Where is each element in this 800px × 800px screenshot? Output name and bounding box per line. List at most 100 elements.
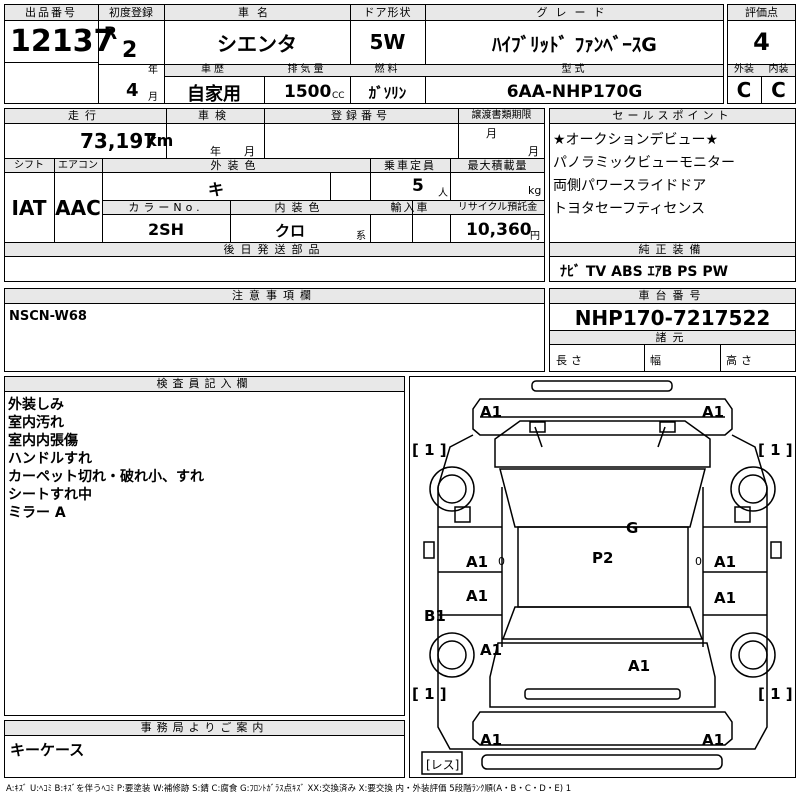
- car-name: シエンタ: [217, 32, 297, 56]
- door-label: ドア形状: [363, 6, 412, 19]
- damage-left-zero: 0: [498, 555, 505, 568]
- spare-status: [レス]: [426, 758, 459, 772]
- length-label: 長さ: [556, 354, 586, 367]
- inspector-note-2: 室内汚れ: [8, 415, 64, 431]
- car-name-label: 車名: [238, 6, 276, 19]
- damage-front-left: A1: [480, 403, 502, 421]
- car-diagram: A1 A1 [ 1 ] [ 1 ] G A1 0 P2 0 A1 A1 A1 B…: [409, 376, 796, 778]
- inspector-note-4: ハンドルすれ: [8, 451, 92, 467]
- model-label: 型式: [561, 64, 588, 75]
- tire-fr-status: [ 1 ]: [758, 441, 793, 459]
- shift-label: シフト: [14, 160, 44, 171]
- notes-text: NSCN-W68: [9, 309, 87, 324]
- inspector-note-7: ミラー A: [8, 505, 66, 521]
- lot-number: 12137: [10, 24, 115, 59]
- displacement: 1500: [284, 82, 332, 102]
- inspector-block: [4, 376, 405, 716]
- aircon-label: エアコン: [58, 160, 98, 171]
- notes-label: 注意事項欄: [232, 289, 317, 302]
- legend: A:ｷｽﾞ U:ﾍｺﾐ B:ｷｽﾞを伴うﾍｺﾐ P:要塗装 W:補修跡 S:錆 …: [6, 784, 572, 794]
- exterior-grade: C: [736, 78, 752, 102]
- int-color-label: 内装色: [274, 201, 326, 214]
- color-no-label: カラーNo.: [128, 201, 204, 214]
- year-unit: 年: [148, 65, 158, 76]
- tire-fl-status: [ 1 ]: [412, 441, 447, 459]
- interior-grade: C: [771, 78, 786, 102]
- transfer-month-unit: 月: [486, 127, 497, 140]
- max-load-label: 最大積載量: [467, 159, 528, 172]
- office-label: 事務局よりご案内: [140, 721, 269, 734]
- history-label: 車歴: [201, 64, 227, 75]
- genuine-label: 純正装備: [638, 243, 707, 256]
- damage-left-rear-door: A1: [466, 587, 488, 605]
- first-reg-label: 初度登録: [109, 6, 153, 19]
- damage-left-side: B1: [424, 607, 446, 625]
- yen-unit: 円: [530, 231, 540, 242]
- fuel-label: 燃料: [374, 64, 401, 75]
- genuine-equipment: ﾅﾋﾞ TV ABS ｴｱB PS PW: [560, 264, 729, 280]
- interior-label: 内装: [768, 64, 789, 75]
- exterior-label: 外装: [734, 64, 754, 75]
- damage-front-right: A1: [702, 403, 724, 421]
- chassis-label: 車台番号: [638, 289, 707, 302]
- inspection-label: 車検: [198, 109, 232, 122]
- car-history: 自家用: [187, 84, 241, 105]
- inspection-year-unit: 年: [210, 145, 221, 158]
- inspector-note-5: カーペット切れ・破れ小、すれ: [8, 469, 204, 485]
- score-value: 4: [753, 28, 770, 56]
- damage-rear-bumper-right: A1: [702, 731, 724, 749]
- aircon-value: AAC: [55, 196, 101, 220]
- score-label: 評価点: [745, 6, 778, 19]
- damage-right-zero: 0: [695, 555, 702, 568]
- inspector-note-1: 外装しみ: [8, 397, 64, 413]
- era: R: [104, 24, 118, 44]
- damage-left-door: A1: [466, 553, 488, 571]
- damage-right-rear-door: A1: [714, 589, 736, 607]
- recycle-value: 10,360: [466, 220, 532, 240]
- reg-no-label: 登録番号: [331, 109, 391, 122]
- height-label: 高さ: [726, 354, 756, 367]
- tire-rr-status: [ 1 ]: [758, 685, 793, 703]
- cc-unit: CC: [332, 91, 345, 101]
- transfer-label: 譲渡書類期限: [471, 110, 532, 121]
- grade-label: グレード: [536, 6, 613, 19]
- grade: ﾊｲﾌﾞﾘｯﾄﾞ ﾌｧﾝﾍﾞｰｽG: [492, 34, 657, 56]
- series-unit: 系: [356, 231, 366, 242]
- lot-no-label: 出品番号: [25, 6, 77, 19]
- sales-point-4: トヨタセーフティセンス: [553, 201, 706, 217]
- month-unit: 月: [148, 92, 158, 103]
- sales-points-label: セールスポイント: [612, 109, 733, 122]
- persons-unit: 人: [438, 188, 448, 199]
- reg-year: 2: [122, 38, 138, 63]
- damage-rear-bumper-left: A1: [480, 731, 502, 749]
- kg-unit: kg: [528, 184, 542, 197]
- sales-point-2: パノラミックビューモニター: [553, 155, 735, 171]
- car-diagram-svg: A1 A1 [ 1 ] [ 1 ] G A1 0 P2 0 A1 A1 A1 B…: [412, 380, 793, 775]
- tire-rl-status: [ 1 ]: [412, 685, 447, 703]
- sales-point-1: ★オークションデビュー★: [553, 132, 719, 148]
- damage-right-door: A1: [714, 553, 736, 571]
- damage-glass: G: [626, 519, 638, 537]
- inspector-note-6: シートすれ中: [8, 487, 92, 503]
- inspector-label: 検査員記入欄: [156, 377, 253, 390]
- int-color-value: クロ: [274, 222, 305, 240]
- transfer-day-unit: 月: [528, 145, 539, 158]
- capacity-label: 乗車定員: [384, 159, 436, 172]
- shift-value: IAT: [11, 196, 47, 220]
- km-unit: km: [146, 131, 174, 150]
- door-type: 5W: [369, 30, 406, 54]
- model-code: 6AA-NHP170G: [506, 82, 643, 102]
- inspector-note-3: 室内内張傷: [8, 433, 78, 449]
- inspection-month-unit: 月: [244, 145, 255, 158]
- capacity-value: 5: [412, 176, 424, 196]
- damage-roof: P2: [592, 549, 613, 567]
- damage-rear-hatch: A1: [628, 657, 650, 675]
- office-text: キーケース: [10, 741, 85, 759]
- ext-color-label: 外装色: [210, 159, 262, 172]
- color-no-value: 2SH: [147, 220, 185, 239]
- specs-label: 諸元: [655, 331, 690, 344]
- displacement-label: 排気量: [287, 64, 327, 75]
- recycle-label: リサイクル預託金: [457, 202, 538, 213]
- damage-rear-left: A1: [480, 641, 502, 659]
- ext-color-value: キ: [207, 180, 224, 199]
